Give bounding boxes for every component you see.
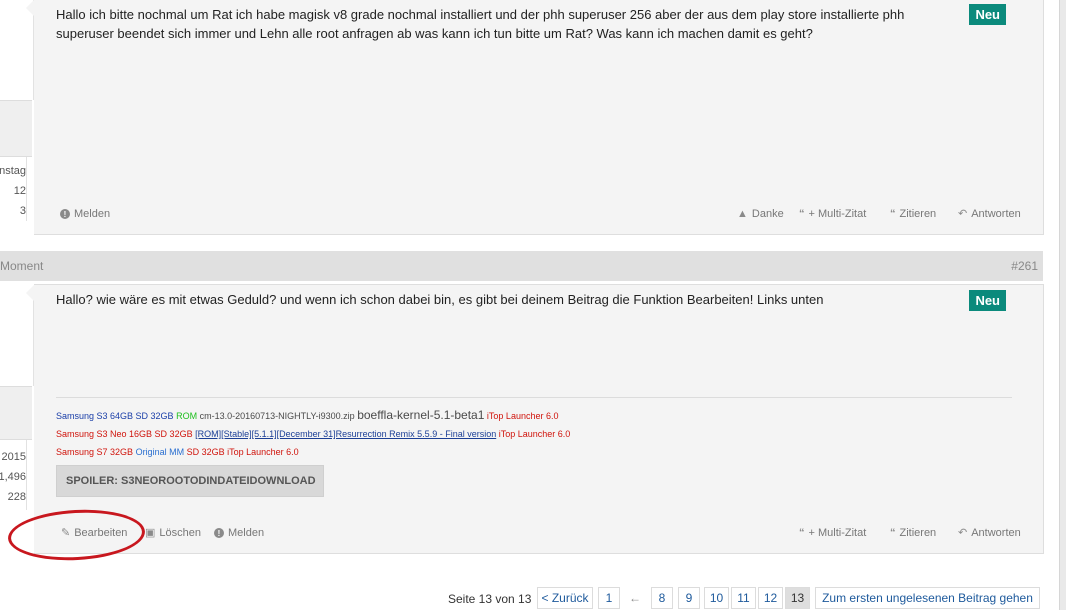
sig2-device: Samsung S3 Neo 16GB SD 32GB [56,429,193,439]
post2-stat-3: 228 [7,491,26,503]
post1-thanks-button[interactable]: ▲ Danke [737,208,784,220]
post2-report-label: Melden [228,527,265,539]
post1-reply-button[interactable]: ↶ Antworten [958,208,1021,220]
quote-icon: “ [799,207,805,220]
sig2-rom-link[interactable]: [ROM][Stable][5.1.1][December 31]Resurre… [195,429,496,439]
post1-stat-2: 12 [13,185,26,197]
post2-header: Moment #261 [0,251,1043,281]
post2-body: Hallo? wie wäre es mit etwas Geduld? und… [56,292,824,307]
sig1-rom: ROM [176,411,198,421]
trash-icon: ▣ [145,526,156,539]
quote-icon: “ [799,526,805,539]
post2-quote-label: Zitieren [899,527,937,539]
post2-delete-button[interactable]: ▣ Löschen [145,527,201,539]
sig1-device: Samsung S3 64GB SD 32GB [56,411,174,421]
post1-body: Hallo ich bitte nochmal um Rat ich habe … [56,7,905,41]
post2-reply-label: Antworten [971,527,1021,539]
signature-line-3: Samsung S7 32GB Original MM SD 32GB iTop… [56,446,299,458]
sig1-kernel: boeffla-kernel-5.1-beta1 [357,408,485,422]
post1-new-badge: Neu [969,4,1006,25]
spoiler-button[interactable]: SPOILER: S3NEOROOTODINDATEIDOWNLOAD [56,465,324,497]
post1-thanks-label: Danke [751,208,784,220]
reply-icon: ↶ [958,526,968,539]
first-unread-button[interactable]: Zum ersten ungelesenen Beitrag gehen [815,587,1040,609]
exclamation-icon: ! [214,528,224,538]
sig1-cm: cm-13.0-20160713-NIGHTLY-i9300.zip [199,411,355,421]
post1-user-info-bar [0,100,32,157]
thumbs-up-icon: ▲ [737,207,748,220]
page-skip-icon[interactable]: ← [624,587,646,609]
post2-multiquote-button[interactable]: “ + Multi-Zitat [799,527,866,539]
page-link-10[interactable]: 10 [704,587,729,609]
signature-divider [56,397,1012,398]
exclamation-icon: ! [60,209,70,219]
post2-stat-1: 2015 [1,451,26,463]
quote-icon: “ [890,526,896,539]
post1-report-button[interactable]: ! Melden [60,208,110,220]
sig3-sd: SD 32GB [186,447,225,457]
post2-reply-button[interactable]: ↶ Antworten [958,527,1021,539]
page-link-11[interactable]: 11 [731,587,756,609]
quote-icon: “ [890,207,896,220]
post2-delete-label: Löschen [159,527,201,539]
post1-multiquote-label: + Multi-Zitat [808,208,867,220]
post1-panel: Hallo ich bitte nochmal um Rat ich habe … [26,0,1044,235]
post2-user-stats: 2015 1,496 228 [0,440,27,510]
post1-quote-label: Zitieren [899,208,937,220]
post1-reply-label: Antworten [971,208,1021,220]
page-link-12[interactable]: 12 [758,587,783,609]
post2-permalink[interactable]: #261 [1011,259,1038,273]
signature-line-1: Samsung S3 64GB SD 32GB ROM cm-13.0-2016… [56,409,558,422]
signature-line-2: Samsung S3 Neo 16GB SD 32GB [ROM][Stable… [56,428,570,440]
post2-multiquote-label: + Multi-Zitat [808,527,867,539]
post1-user-stats: nstag 12 3 [0,157,27,221]
sig3-device: Samsung S7 32GB [56,447,134,457]
reply-icon: ↶ [958,207,968,220]
page-link-8[interactable]: 8 [651,587,673,609]
page-link-13-current[interactable]: 13 [785,587,810,609]
sig3-mm: Original MM [135,447,185,457]
sig3-launcher: iTop Launcher 6.0 [227,447,299,457]
annotation-circle [6,506,147,564]
page-link-9[interactable]: 9 [678,587,700,609]
post2-user-info-bar [0,386,32,440]
post1-report-label: Melden [74,208,111,220]
page-link-1[interactable]: 1 [598,587,620,609]
post2-report-button[interactable]: ! Melden [214,527,264,539]
post2-date: Moment [0,259,44,273]
post2-user-column [0,286,34,386]
post2-new-badge: Neu [969,290,1006,311]
sig1-launcher: iTop Launcher 6.0 [486,411,559,421]
sig2-launcher: iTop Launcher 6.0 [498,429,571,439]
scrollbar[interactable] [1059,0,1066,610]
prev-page-button[interactable]: < Zurück [537,587,593,609]
post1-stat-1: nstag [0,165,26,177]
post1-quote-button[interactable]: “ Zitieren [890,208,936,220]
post1-multiquote-button[interactable]: “ + Multi-Zitat [799,208,866,220]
post2-quote-button[interactable]: “ Zitieren [890,527,936,539]
post1-stat-3: 3 [19,205,26,217]
post2-stat-2: 1,496 [0,471,26,483]
page-indicator: Seite 13 von 13 [448,592,532,606]
